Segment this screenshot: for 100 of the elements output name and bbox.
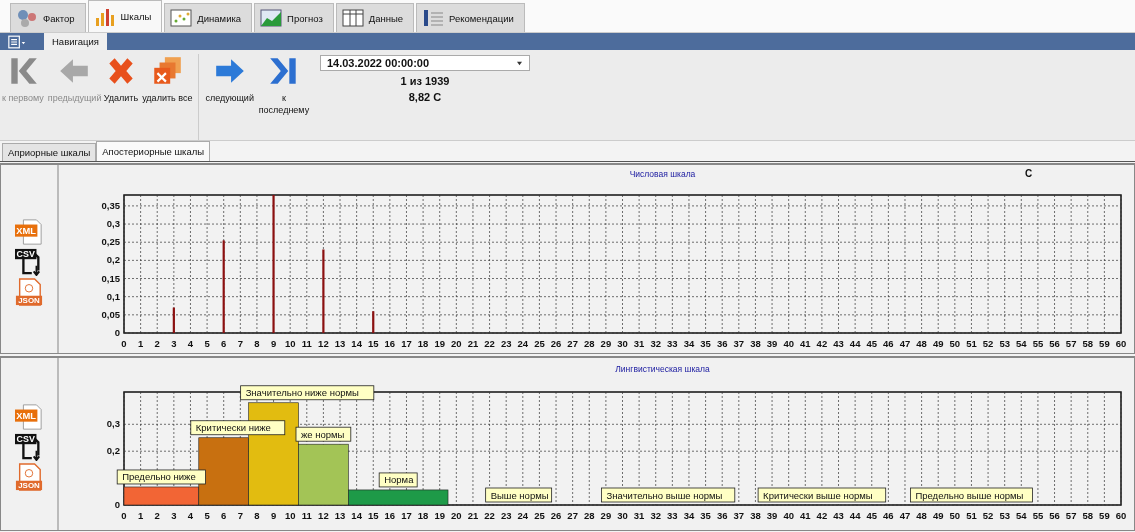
x-tick-label: 49: [932, 510, 944, 521]
x-tick-label: 6: [221, 510, 227, 521]
bar-label: Критически выше нормы: [757, 487, 887, 503]
bar-label: Предельно выше нормы: [910, 487, 1033, 503]
x-tick-label: 23: [500, 510, 512, 521]
x-tick-label: 56: [1049, 510, 1060, 521]
x-tick-label: 57: [1065, 338, 1077, 349]
date-dropdown[interactable]: 14.03.2022 00:00:00: [319, 55, 530, 71]
x-tick-label: 55: [1032, 510, 1044, 521]
x-tick-label: 57: [1065, 510, 1077, 521]
x-tick-label: 51: [966, 338, 977, 349]
x-tick-label: 3: [171, 338, 177, 349]
x-tick-label: 7: [237, 338, 243, 349]
x-tick-label: 31: [633, 338, 645, 349]
x-tick-label: 17: [401, 510, 412, 521]
x-tick-label: 46: [883, 338, 894, 349]
x-tick-label: 47: [899, 338, 911, 349]
x-tick-label: 23: [500, 338, 512, 349]
x-tick-label: 54: [1016, 338, 1027, 349]
chart-title: Лингвистическая шкала: [615, 364, 710, 374]
x-tick-label: 0: [121, 338, 127, 349]
axis-unit: С: [1025, 168, 1033, 179]
module-tab[interactable]: Фактор: [10, 3, 86, 32]
y-tick-label: 0,2: [106, 254, 120, 266]
x-tick-label: 58: [1082, 338, 1094, 349]
x-tick-label: 20: [451, 338, 462, 349]
x-tick-label: 51: [966, 510, 977, 521]
x-tick-label: 11: [301, 338, 312, 349]
x-tick-label: 35: [700, 510, 711, 521]
y-tick-label: 0,25: [101, 236, 120, 248]
caret-icon: [515, 60, 523, 66]
x-tick-label: 24: [517, 510, 529, 521]
x-tick-label: 56: [1049, 338, 1060, 349]
x-tick-label: 15: [367, 338, 379, 349]
y-tick-label: 0: [114, 327, 120, 338]
gears-icon: [15, 8, 39, 28]
x-tick-label: 52: [982, 510, 994, 521]
x-tick-label: 27: [567, 338, 578, 349]
y-tick-label: 0,1: [106, 290, 120, 302]
x-tick-label: 32: [650, 338, 661, 349]
x-tick-label: 20: [451, 510, 462, 521]
x-tick-label: 21: [467, 510, 479, 521]
x-tick-label: 10: [284, 338, 296, 349]
x-tick-label: 29: [600, 338, 612, 349]
next-button[interactable]: следующий: [203, 54, 256, 104]
x-tick-label: 36: [716, 510, 728, 521]
x-tick-label: 55: [1032, 338, 1044, 349]
scale-tab[interactable]: Априорные шкалы: [2, 143, 97, 161]
x-tick-label: 33: [667, 510, 678, 521]
bar-label: Норма: [378, 472, 418, 488]
module-tab[interactable]: Рекомендации: [416, 3, 525, 32]
x-tick-label: 34: [683, 338, 695, 349]
x-tick-label: 2: [154, 338, 160, 349]
menu-icon[interactable]: [6, 35, 28, 49]
x-tick-label: 4: [187, 510, 194, 521]
x-tick-label: 45: [866, 338, 878, 349]
module-tab[interactable]: Шкалы: [87, 0, 163, 32]
x-tick-label: 26: [550, 510, 562, 521]
scale-tab[interactable]: Апостериорные шкалы: [96, 141, 211, 161]
x-tick-label: 15: [367, 510, 379, 521]
x-tick-label: 12: [318, 510, 329, 521]
x-tick-label: 39: [766, 338, 778, 349]
x-tick-label: 19: [434, 338, 445, 349]
delete-button[interactable]: Удалить: [101, 54, 141, 104]
x-tick-label: 48: [916, 510, 927, 521]
module-tab[interactable]: Динамика: [164, 3, 253, 32]
module-tab[interactable]: Данные: [335, 3, 415, 32]
x-tick-label: 7: [237, 510, 243, 521]
record-position: 1 из 1939: [400, 75, 450, 87]
clear-button[interactable]: удалить все: [140, 54, 195, 104]
series-label: Критически ниже: [195, 422, 271, 434]
x-tick-label: 49: [932, 338, 944, 349]
x-tick-label: 31: [633, 510, 645, 521]
x-tick-label: 60: [1115, 510, 1127, 521]
x-tick-label: 48: [916, 338, 927, 349]
x-tick-label: 13: [334, 510, 346, 521]
series-label: же нормы: [301, 428, 345, 440]
x-tick-label: 21: [467, 338, 479, 349]
x-tick-label: 25: [534, 338, 545, 349]
x-tick-label: 16: [384, 338, 396, 349]
ribbon-tab[interactable]: Навигация: [44, 33, 107, 50]
x-tick-label: 1: [137, 510, 144, 521]
x-tick-label: 30: [617, 510, 628, 521]
x-tick-label: 50: [949, 338, 961, 349]
x-tick-label: 12: [318, 338, 329, 349]
x-tick-label: 13: [334, 338, 346, 349]
last-button[interactable]: к последнему: [255, 54, 312, 116]
x-tick-label: 46: [883, 510, 894, 521]
x-tick-label: 22: [484, 338, 495, 349]
x-tick-label: 53: [999, 510, 1010, 521]
x-tick-label: 29: [600, 510, 612, 521]
x-tick-label: 6: [221, 338, 227, 349]
x-tick-label: 44: [849, 510, 861, 521]
x-tick-label: 43: [833, 510, 844, 521]
series-label: Норма: [384, 474, 415, 486]
value-reading: 8,82 С: [408, 91, 442, 103]
x-tick-label: 9: [270, 338, 277, 349]
x-tick-label: 28: [584, 338, 595, 349]
table-icon: [340, 8, 365, 28]
module-tab[interactable]: Прогноз: [254, 3, 334, 32]
